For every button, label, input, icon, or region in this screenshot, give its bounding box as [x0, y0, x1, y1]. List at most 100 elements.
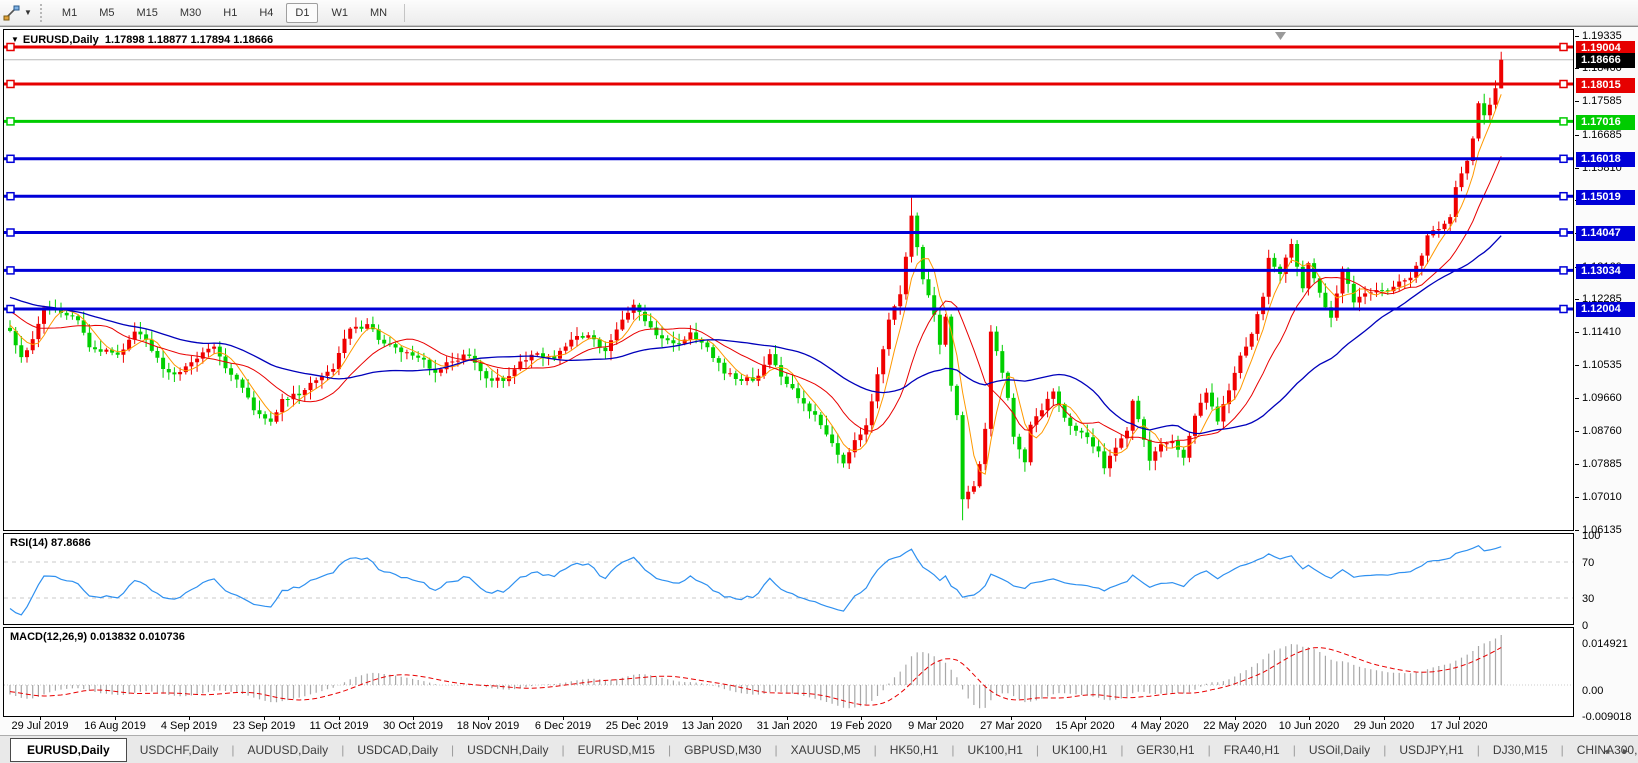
- date-label: 27 Mar 2020: [980, 720, 1042, 732]
- price-tick-mark: [1575, 299, 1579, 300]
- level-handle-right: [1560, 193, 1567, 200]
- price-tick-mark: [1575, 101, 1579, 102]
- tab-usdcnh-daily[interactable]: USDCNH,Daily: [454, 738, 561, 762]
- date-label: 10 Jun 2020: [1279, 720, 1340, 732]
- time-axis[interactable]: 29 Jul 201916 Aug 20194 Sep 201923 Sep 2…: [3, 717, 1574, 735]
- tab-eurusd-daily[interactable]: EURUSD,Daily: [10, 738, 127, 762]
- date-label: 29 Jun 2020: [1354, 720, 1415, 732]
- timeframe-button-h1[interactable]: H1: [214, 3, 246, 23]
- macd-label: MACD(12,26,9) 0.013832 0.010736: [10, 631, 185, 643]
- date-label: 11 Oct 2019: [309, 720, 368, 732]
- candlestick-chart[interactable]: [4, 30, 1573, 530]
- level-handle-left: [7, 155, 14, 162]
- tab-uk100-h1[interactable]: UK100,H1: [1039, 738, 1120, 762]
- level-handle-right: [1560, 81, 1567, 88]
- tab-fra40-h1[interactable]: FRA40,H1: [1211, 738, 1293, 762]
- tab-scroll-right-icon[interactable]: ►: [1621, 746, 1630, 756]
- macd-chart[interactable]: [4, 628, 1573, 716]
- tab-hk50-h1[interactable]: HK50,H1: [877, 738, 952, 762]
- level-handle-right: [1560, 306, 1567, 313]
- level-handle-right: [1560, 44, 1567, 51]
- price-tick-label: 1.07885: [1582, 457, 1622, 471]
- toolbar-separator: [404, 4, 405, 22]
- rsi-axis-label: 0: [1582, 619, 1588, 633]
- macd-axis-label: 0.00: [1582, 684, 1603, 698]
- ma-mid-line: [10, 156, 1501, 442]
- timeframe-button-w1[interactable]: W1: [322, 3, 357, 23]
- macd-indicator-panel[interactable]: MACD(12,26,9) 0.013832 0.010736: [3, 627, 1574, 717]
- level-handle-right: [1560, 118, 1567, 125]
- price-tick-label: 1.09660: [1582, 391, 1622, 405]
- main-price-panel[interactable]: ▼ EURUSD,Daily 1.17898 1.18877 1.17894 1.…: [3, 29, 1574, 531]
- date-label: 22 May 2020: [1203, 720, 1267, 732]
- rsi-indicator-panel[interactable]: RSI(14) 87.8686: [3, 533, 1574, 625]
- timeframe-button-d1[interactable]: D1: [286, 3, 318, 23]
- level-handle-right: [1560, 229, 1567, 236]
- timeframe-button-h4[interactable]: H4: [250, 3, 282, 23]
- level-handle-left: [7, 267, 14, 274]
- date-label: 16 Aug 2019: [84, 720, 146, 732]
- mt4-window: ▼ M1M5M15M30H1H4D1W1MN ▼ EURUSD,Daily 1.1…: [0, 0, 1638, 763]
- level-handle-left: [7, 118, 14, 125]
- macd-axis-label: -0.009018: [1582, 710, 1632, 724]
- level-handle-right: [1560, 155, 1567, 162]
- tab-usdjpy-h1[interactable]: USDJPY,H1: [1386, 738, 1476, 762]
- date-label: 19 Feb 2020: [830, 720, 892, 732]
- level-handle-left: [7, 81, 14, 88]
- date-label: 31 Jan 2020: [757, 720, 818, 732]
- line-studies-icon[interactable]: [2, 4, 22, 22]
- price-tick-mark: [1575, 36, 1579, 37]
- price-axis[interactable]: 1.193351.184601.175851.166851.158101.149…: [1575, 29, 1638, 717]
- tab-audusd-daily[interactable]: AUDUSD,Daily: [235, 738, 342, 762]
- tab-uk100-h1[interactable]: UK100,H1: [955, 738, 1036, 762]
- timeframe-button-m30[interactable]: M30: [171, 3, 210, 23]
- date-label: 6 Dec 2019: [535, 720, 591, 732]
- tab-xauusd-m5[interactable]: XAUUSD,M5: [778, 738, 874, 762]
- timeframe-button-m15[interactable]: M15: [127, 3, 166, 23]
- date-label: 17 Jul 2020: [1431, 720, 1488, 732]
- chart-shift-marker-icon: [1275, 32, 1286, 40]
- rsi-axis-label: 100: [1582, 529, 1600, 543]
- rsi-axis-label: 30: [1582, 592, 1594, 606]
- chart-title-ohlc: 1.17898 1.18877 1.17894 1.18666: [105, 34, 273, 46]
- price-tick-label: 1.10535: [1582, 358, 1622, 372]
- support-price-badge: 1.13034: [1576, 264, 1635, 279]
- rsi-chart[interactable]: [4, 534, 1573, 624]
- date-label: 15 Apr 2020: [1055, 720, 1114, 732]
- price-tick-label: 1.08760: [1582, 424, 1622, 438]
- tab-scroll-left-icon[interactable]: ◄: [1602, 746, 1611, 756]
- chart-collapse-caret-icon[interactable]: ▼: [11, 35, 19, 44]
- toolbar: ▼ M1M5M15M30H1H4D1W1MN: [0, 0, 1638, 26]
- price-tick-mark: [1575, 431, 1579, 432]
- tab-ger30-h1[interactable]: GER30,H1: [1124, 738, 1208, 762]
- price-tick-mark: [1575, 497, 1579, 498]
- toolbar-dropdown-caret-icon[interactable]: ▼: [24, 8, 32, 17]
- price-tick-mark: [1575, 398, 1579, 399]
- pivot-price-badge: 1.17016: [1576, 115, 1635, 130]
- timeframe-button-m5[interactable]: M5: [90, 3, 123, 23]
- chart-workspace: ▼ EURUSD,Daily 1.17898 1.18877 1.17894 1.…: [0, 26, 1638, 763]
- timeframe-button-m1[interactable]: M1: [53, 3, 86, 23]
- price-tick-mark: [1575, 68, 1579, 69]
- tab-usdcad-daily[interactable]: USDCAD,Daily: [344, 738, 451, 762]
- chart-tab-bar: EURUSD,DailyUSDCHF,Daily|AUDUSD,Daily|US…: [0, 735, 1638, 763]
- date-label: 30 Oct 2019: [383, 720, 443, 732]
- chart-title: ▼ EURUSD,Daily 1.17898 1.18877 1.17894 1.…: [11, 34, 273, 46]
- price-tick-mark: [1575, 530, 1579, 531]
- resistance-price-badge: 1.18015: [1576, 78, 1635, 93]
- chart-title-symbol: EURUSD,Daily: [23, 34, 99, 46]
- price-tick-mark: [1575, 464, 1579, 465]
- support-price-badge: 1.14047: [1576, 226, 1635, 241]
- tab-usoil-daily[interactable]: USOil,Daily: [1296, 738, 1383, 762]
- price-tick-mark: [1575, 332, 1579, 333]
- tab-gbpusd-m30[interactable]: GBPUSD,M30: [671, 738, 774, 762]
- level-handle-left: [7, 306, 14, 313]
- toolbar-drag-handle[interactable]: [40, 4, 42, 22]
- tab-dj30-m15[interactable]: DJ30,M15: [1480, 738, 1561, 762]
- tab-eurusd-m15[interactable]: EURUSD,M15: [565, 738, 668, 762]
- price-tick-mark: [1575, 135, 1579, 136]
- date-label: 23 Sep 2019: [233, 720, 295, 732]
- timeframe-button-mn[interactable]: MN: [361, 3, 396, 23]
- tab-usdchf-daily[interactable]: USDCHF,Daily: [127, 738, 232, 762]
- rsi-label: RSI(14) 87.8686: [10, 537, 91, 549]
